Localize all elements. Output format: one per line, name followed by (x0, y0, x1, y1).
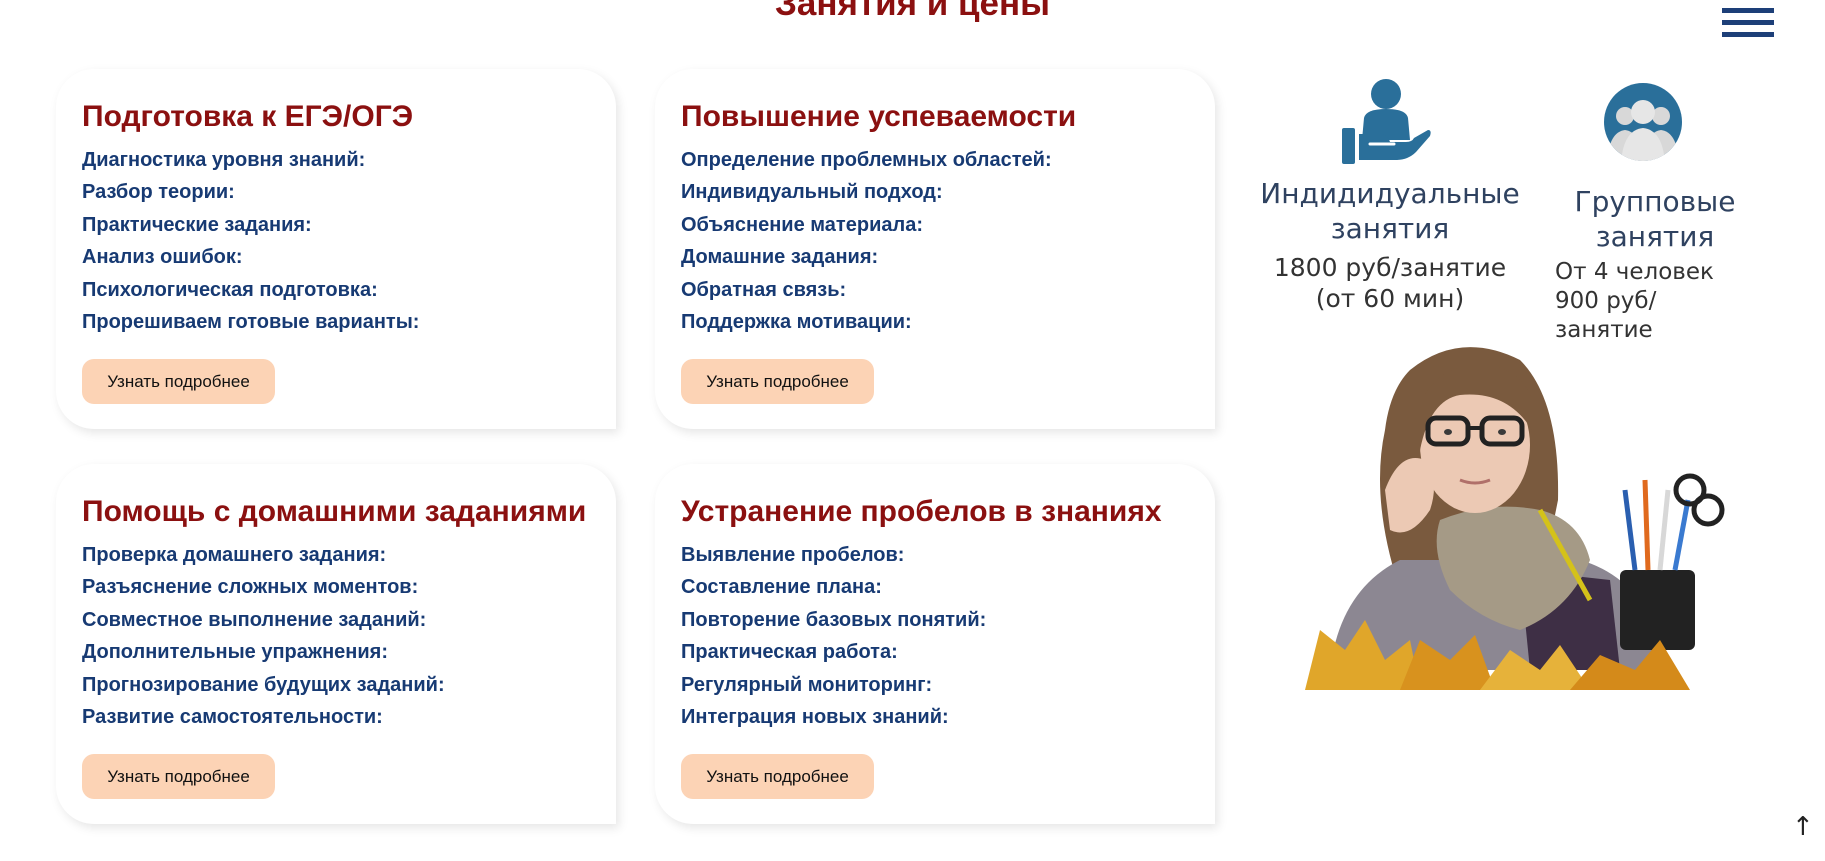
list-item: Совместное выполнение заданий: (82, 608, 427, 631)
card-list: Выявление пробелов: Составление плана: П… (681, 539, 1215, 733)
list-item: Выявление пробелов: (681, 544, 905, 566)
service-card-performance: Повышение успеваемости Определение пробл… (655, 69, 1215, 429)
individual-title: Индидидуальные (1260, 177, 1520, 210)
group-title-2: занятия (1595, 220, 1715, 253)
list-item: Поддержка мотивации: (681, 311, 912, 334)
card-list: Проверка домашнего задания: Разъяснение … (82, 539, 616, 733)
group-pricing: Групповые занятия От 4 человек 900 руб/ … (1555, 184, 1755, 345)
list-item: Составление плана: (681, 576, 882, 599)
learn-more-button[interactable]: Узнать подробнее (82, 359, 275, 404)
group-title: Групповые (1574, 185, 1736, 218)
list-item: Анализ ошибок: (82, 246, 243, 269)
list-item: Дополнительные упражнения: (82, 641, 388, 664)
service-card-gaps: Устранение пробелов в знаниях Выявление … (655, 464, 1215, 824)
hamburger-menu-icon[interactable] (1722, 8, 1774, 40)
individual-title-2: занятия (1330, 212, 1450, 245)
card-list: Диагностика уровня знаний: Разбор теории… (82, 144, 616, 338)
list-item: Практические задания: (82, 213, 312, 236)
service-card-exam-prep: Подготовка к ЕГЭ/ОГЭ Диагностика уровня … (56, 69, 616, 429)
list-item: Интеграция новых знаний: (681, 706, 949, 729)
list-item: Объяснение материала: (681, 213, 923, 236)
list-item: Прорешиваем готовые варианты: (82, 311, 420, 334)
list-item: Проверка домашнего задания: (82, 544, 387, 566)
card-title: Подготовка к ЕГЭ/ОГЭ (82, 100, 414, 133)
group-price: 900 руб/ занятие (1555, 288, 1657, 343)
teacher-photo (1305, 347, 1725, 690)
service-card-homework: Помощь с домашними заданиями Проверка до… (56, 464, 616, 824)
page-title: Занятия и цены (774, 0, 1050, 23)
list-item: Регулярный мониторинг: (681, 673, 933, 696)
card-title: Повышение успеваемости (681, 100, 1077, 133)
individual-duration: (от 60 мин) (1315, 284, 1465, 313)
list-item: Разбор теории: (82, 181, 235, 204)
list-item: Домашние задания: (681, 246, 879, 269)
learn-more-button[interactable]: Узнать подробнее (681, 754, 874, 799)
list-item: Диагностика уровня знаний: (82, 149, 366, 171)
list-item: Разъяснение сложных моментов: (82, 576, 419, 599)
list-item: Индивидуальный подход: (681, 181, 943, 204)
card-list: Определение проблемных областей: Индивид… (681, 144, 1215, 338)
list-item: Повторение базовых понятий: (681, 608, 987, 631)
list-item: Обратная связь: (681, 278, 847, 301)
group-people-icon (1604, 83, 1682, 161)
list-item: Прогнозирование будущих заданий: (82, 673, 445, 696)
individual-pricing: Индидидуальные занятия 1800 руб/занятие … (1255, 176, 1525, 314)
learn-more-button[interactable]: Узнать подробнее (82, 754, 275, 799)
person-on-hand-icon (1342, 79, 1431, 164)
arrow-up-icon[interactable]: ↑ (1792, 812, 1814, 842)
card-title: Помощь с домашними заданиями (82, 495, 587, 528)
list-item: Практическая работа: (681, 641, 898, 664)
individual-price: 1800 руб/занятие (1273, 253, 1507, 282)
list-item: Психологическая подготовка: (82, 278, 378, 301)
list-item: Развитие самостоятельности: (82, 706, 383, 729)
card-title: Устранение пробелов в знаниях (681, 495, 1162, 528)
list-item: Определение проблемных областей: (681, 149, 1052, 171)
group-size: От 4 человек (1555, 259, 1714, 285)
learn-more-button[interactable]: Узнать подробнее (681, 359, 874, 404)
